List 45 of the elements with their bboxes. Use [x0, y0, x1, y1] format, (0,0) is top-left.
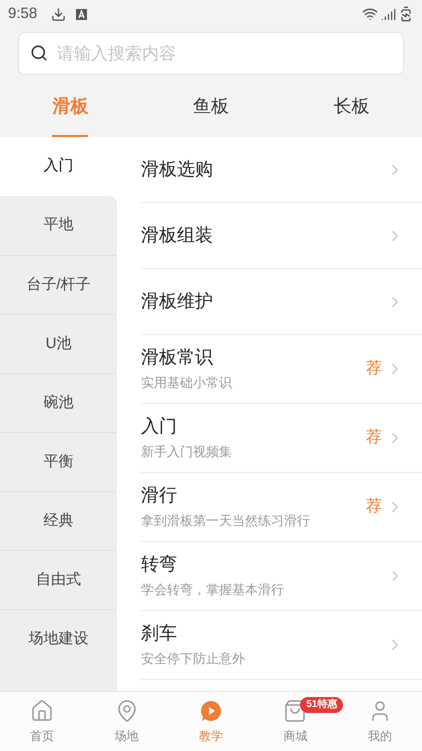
sidebar-item[interactable]: 碗池	[0, 373, 117, 432]
sidebar-item[interactable]: 自由式	[0, 550, 117, 609]
signal-icon	[381, 6, 396, 22]
sidebar-item[interactable]: 平地	[0, 196, 117, 255]
status-time: 9:58	[8, 4, 38, 24]
category-tab[interactable]: 长板	[334, 77, 370, 137]
lesson-row[interactable]: 滑行 拿到滑板第一天当然练习滑行 荐	[141, 473, 422, 542]
lesson-title: 滑板组装	[141, 224, 214, 247]
lesson-subtitle: 拿到滑板第一天当然练习滑行	[141, 512, 311, 530]
lesson-subtitle: 实用基础小常识	[141, 374, 233, 392]
recommend-tag: 荐	[366, 495, 382, 519]
sidebar-item[interactable]: 经典	[0, 491, 117, 550]
lesson-title: 刹车	[141, 622, 178, 644]
lesson-title: 滑板维护	[141, 290, 214, 313]
lesson-row[interactable]: 滑板常识 实用基础小常识 荐	[141, 335, 422, 404]
search-icon	[30, 44, 48, 62]
lesson-row[interactable]: 滑板选购	[141, 137, 422, 203]
home-icon	[30, 698, 54, 722]
recommend-tag: 荐	[366, 426, 382, 450]
promo-badge: 51特惠	[300, 697, 344, 713]
play-bubble-icon	[199, 698, 224, 722]
sidebar-item[interactable]: 台子/杆子	[0, 255, 117, 314]
search-field[interactable]: 请输入搜索内容	[18, 32, 404, 75]
lesson-subtitle: 安全停下防止意外	[141, 650, 246, 668]
lesson-row[interactable]: 滑板维护	[141, 269, 422, 335]
download-icon	[51, 6, 66, 22]
lesson-row[interactable]: 滑板组装	[141, 203, 422, 269]
lesson-row[interactable]: 入门 新手入门视频集 荐	[141, 404, 422, 473]
lesson-title: 入门	[141, 415, 178, 438]
lesson-title: 滑板选购	[141, 158, 214, 181]
lesson-title: 滑板常识	[141, 346, 214, 368]
category-tab[interactable]: 鱼板	[193, 77, 229, 137]
shopping-bag-icon	[283, 698, 308, 722]
lesson-title: 滑行	[141, 484, 178, 506]
sidebar-item[interactable]: U池	[0, 314, 117, 373]
lesson-row[interactable]: 转弯 学会转弯，掌握基本滑行	[141, 542, 422, 611]
sidebar-item[interactable]: 场地建设	[0, 609, 117, 668]
lesson-row[interactable]: 刹车 安全停下防止意外	[141, 611, 422, 680]
wifi-icon	[362, 6, 378, 22]
recommend-tag: 荐	[366, 357, 382, 381]
sidebar-item[interactable]: 平衡	[0, 432, 117, 491]
lesson-title: 转弯	[141, 553, 178, 576]
a-box-icon	[76, 8, 88, 20]
lesson-subtitle: 新手入门视频集	[141, 442, 233, 460]
lesson-subtitle: 学会转弯，掌握基本滑行	[141, 580, 285, 598]
